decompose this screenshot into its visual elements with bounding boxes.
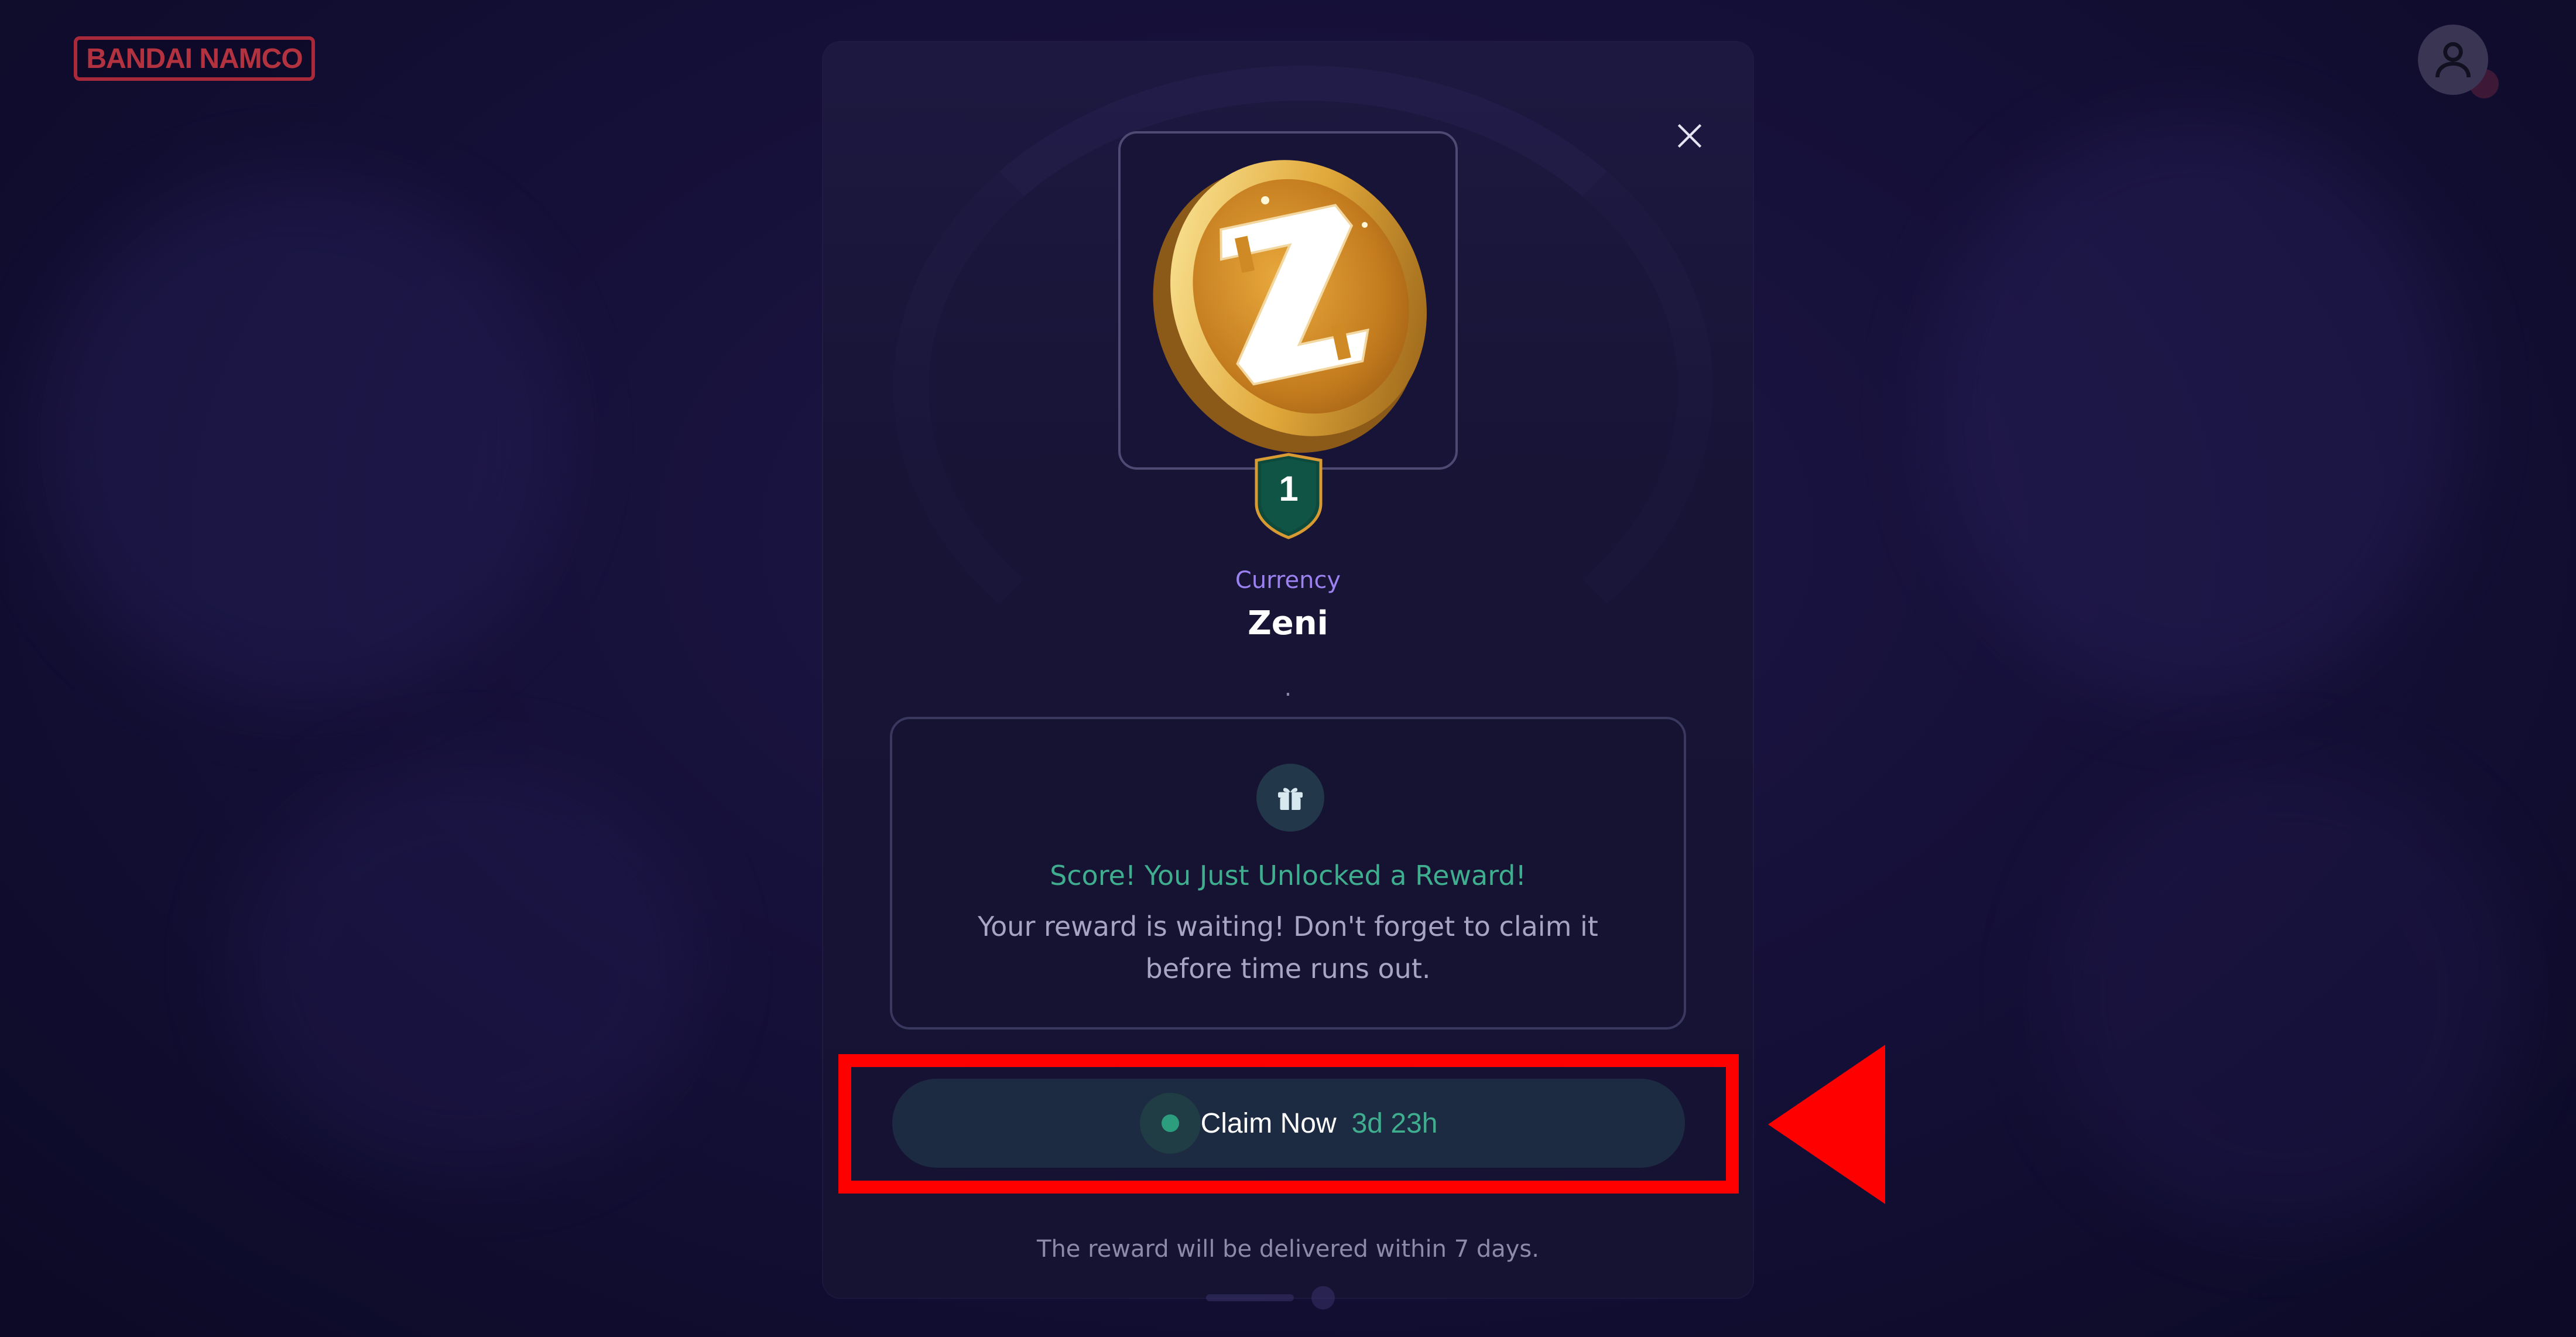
close-button[interactable] <box>1660 107 1719 165</box>
reward-notice-card: Score! You Just Unlocked a Reward! Your … <box>890 717 1686 1030</box>
gift-icon-container <box>1256 764 1324 832</box>
pointer-arrow-icon <box>1768 1045 1885 1204</box>
item-category: Currency <box>1235 567 1341 594</box>
item-name: Zeni <box>1248 604 1328 642</box>
pagination-hint <box>1206 1280 1335 1315</box>
claim-highlight-box <box>838 1054 1739 1194</box>
bandai-namco-logo: BANDAI NAMCO <box>74 36 315 81</box>
gift-icon <box>1278 788 1303 810</box>
close-icon <box>1677 124 1702 148</box>
delivery-note: The reward will be delivered within 7 da… <box>1037 1236 1539 1263</box>
quantity-badge: 1 <box>1279 469 1299 508</box>
reward-title: Score! You Just Unlocked a Reward! <box>1050 860 1526 891</box>
user-icon <box>2435 42 2471 78</box>
item-description: . <box>1284 675 1292 702</box>
reward-description: Your reward is waiting! Don't forget to … <box>978 911 1598 984</box>
user-avatar-button[interactable] <box>2418 25 2488 95</box>
zeni-coin-icon <box>1153 160 1427 453</box>
